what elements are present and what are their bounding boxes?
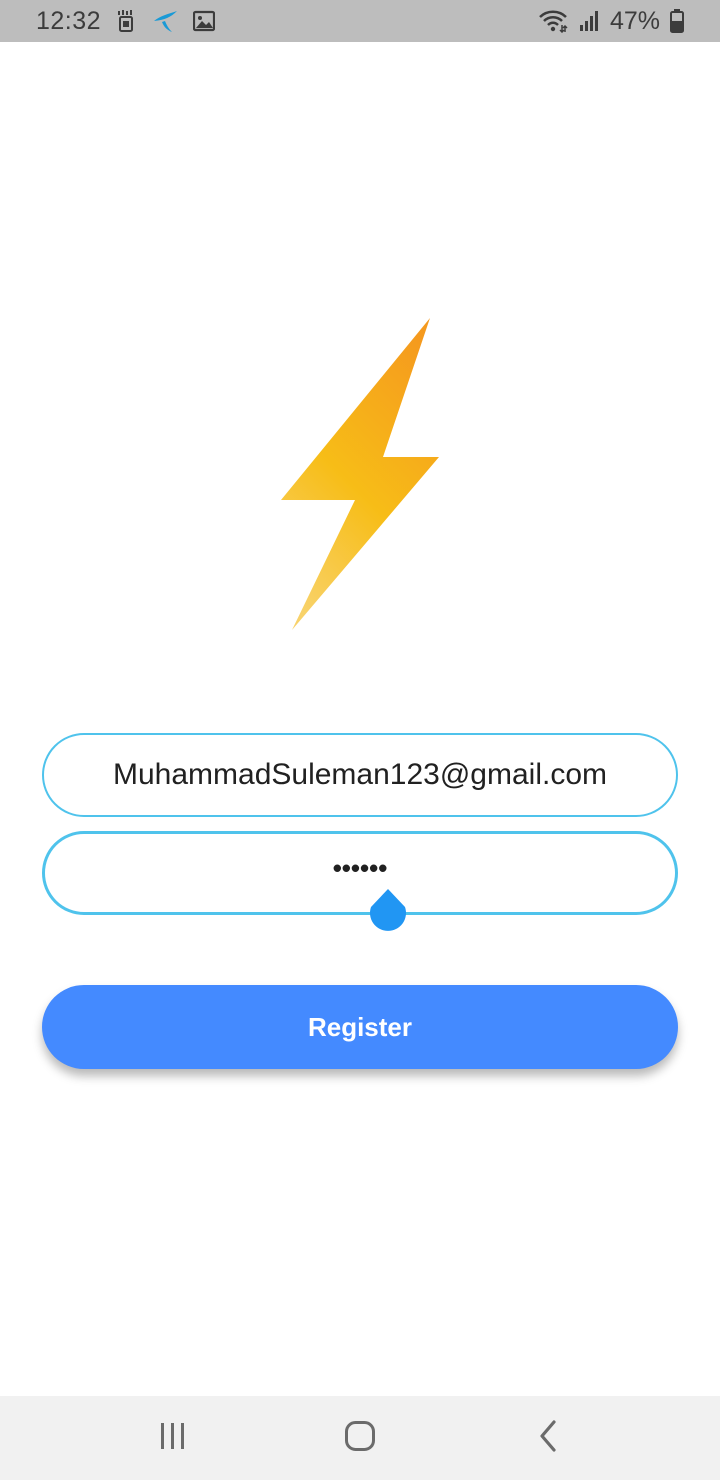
home-icon [344,1420,376,1457]
home-button[interactable] [300,1396,420,1480]
navigation-bar [0,1396,720,1480]
sim-data-icon [115,9,137,33]
wifi-icon [538,9,568,33]
register-button[interactable]: Register [42,985,678,1069]
status-bar: 12:32 47% [0,0,720,42]
password-value: •••••• [332,852,388,883]
telenor-icon [151,8,179,34]
gallery-icon [193,10,216,32]
back-button[interactable] [488,1396,608,1480]
lightning-bolt-icon [270,310,450,640]
register-screen: 12:32 47% MuhammadSuleman123@gmail.com •… [0,0,720,1480]
status-time: 12:32 [36,6,102,35]
register-button-label: Register [307,1011,413,1042]
signal-icon [578,10,600,32]
battery-percent: 47% [609,6,660,35]
email-field[interactable]: MuhammadSuleman123@gmail.com [42,733,678,817]
battery-icon [670,9,684,33]
text-cursor-handle[interactable] [368,888,408,936]
recents-button[interactable] [113,1396,233,1480]
password-field[interactable]: •••••• [42,831,678,915]
email-value: MuhammadSuleman123@gmail.com [112,758,607,791]
recents-icon [159,1422,187,1455]
back-icon [537,1419,559,1457]
